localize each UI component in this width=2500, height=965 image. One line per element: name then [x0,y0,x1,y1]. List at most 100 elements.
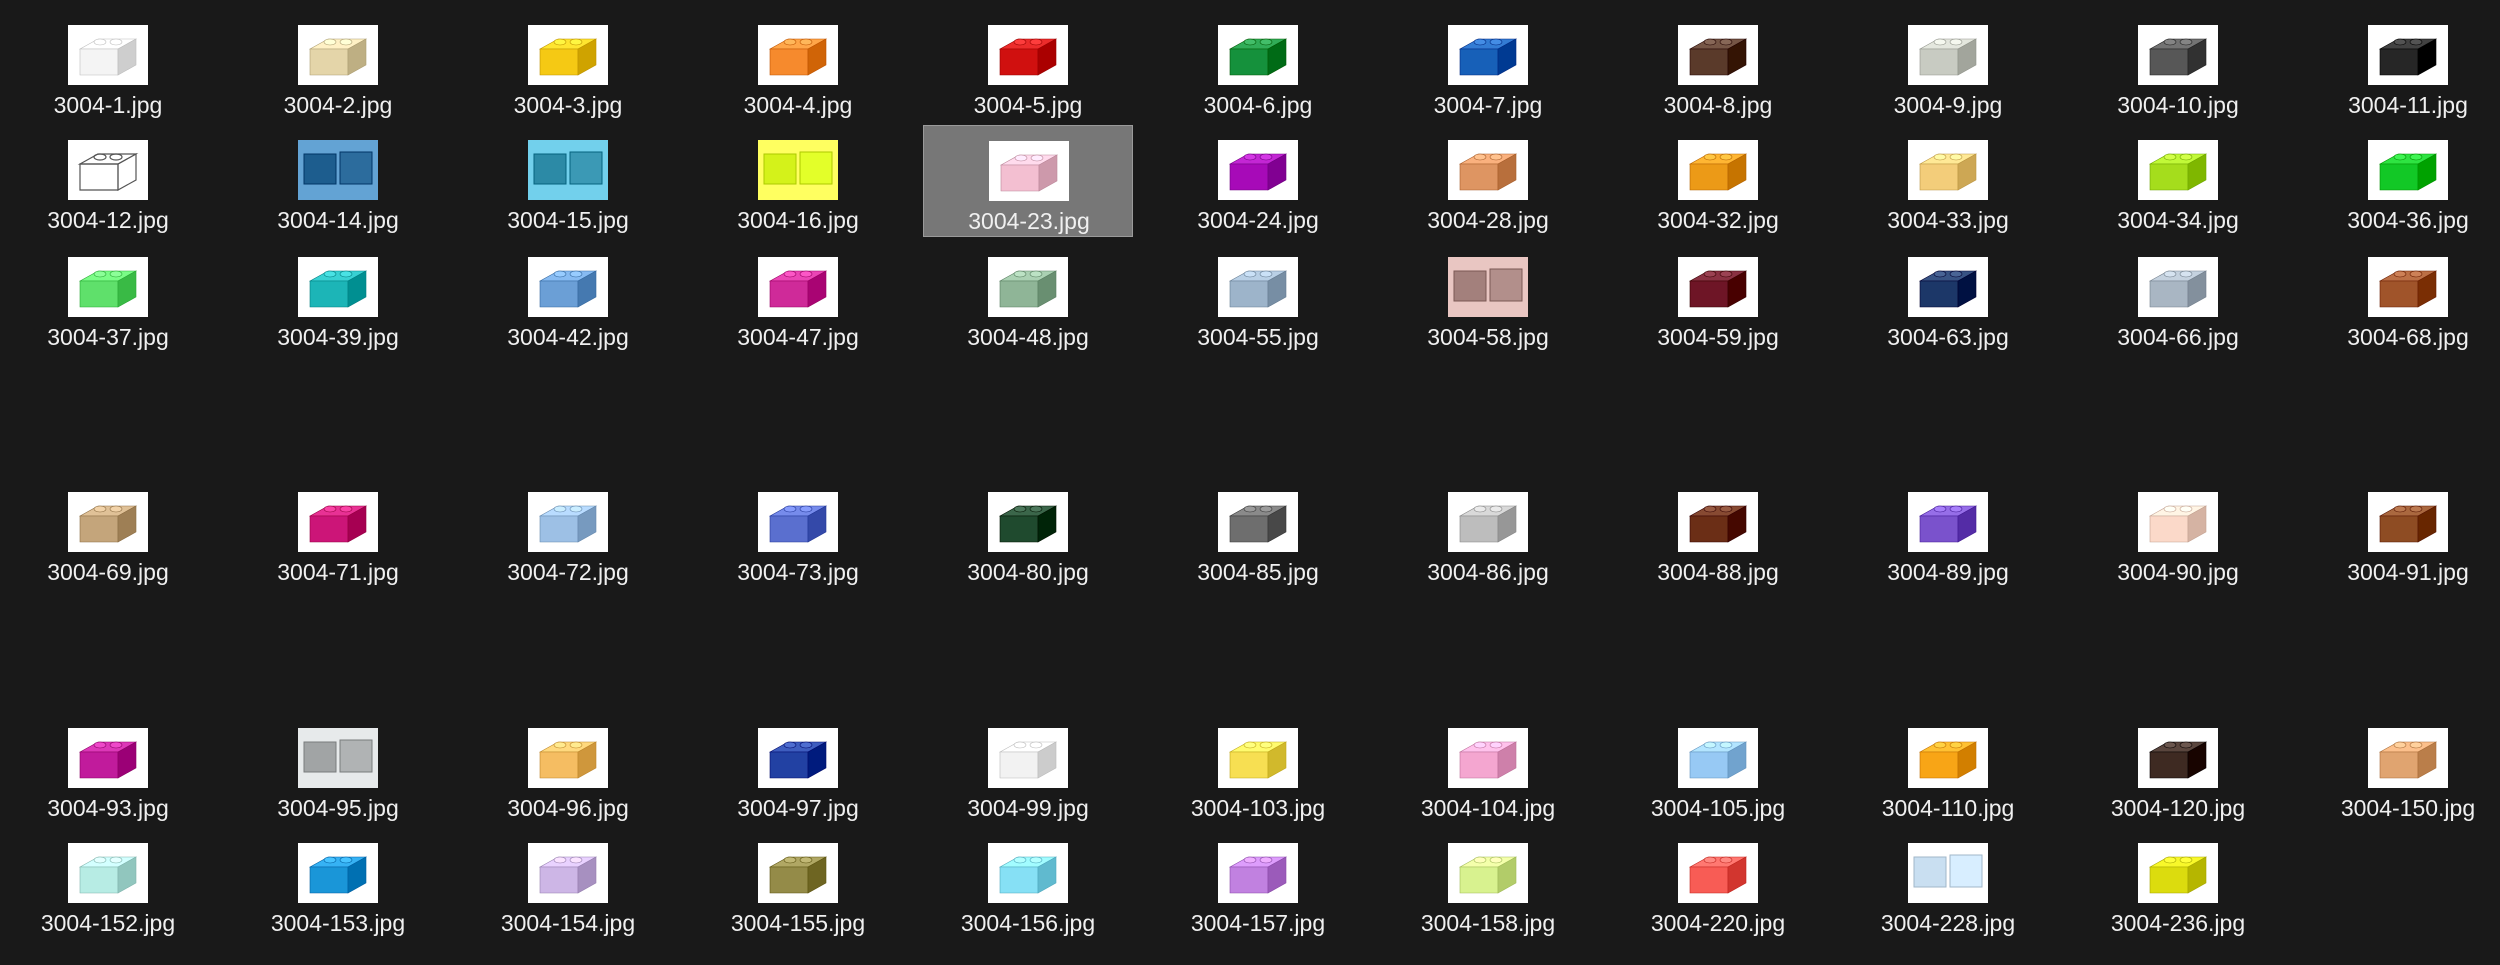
file-name: 3004-24.jpg [1197,207,1319,233]
image-thumbnail [1218,25,1298,85]
file-item[interactable]: 3004-95.jpg [233,713,443,825]
file-item[interactable]: 3004-91.jpg [2303,477,2500,589]
image-thumbnail [1678,25,1758,85]
image-thumbnail [1908,25,1988,85]
image-thumbnail [1908,492,1988,552]
file-item[interactable]: 3004-32.jpg [1613,125,1823,237]
file-item[interactable]: 3004-120.jpg [2073,713,2283,825]
file-name: 3004-39.jpg [277,324,399,350]
file-item[interactable]: 3004-236.jpg [2073,828,2283,940]
file-item[interactable]: 3004-5.jpg [923,10,1133,122]
file-item[interactable]: 3004-14.jpg [233,125,443,237]
file-item[interactable]: 3004-23.jpg [923,125,1133,237]
image-thumbnail [298,492,378,552]
file-name: 3004-95.jpg [277,795,399,821]
file-item[interactable]: 3004-97.jpg [693,713,903,825]
file-item[interactable]: 3004-7.jpg [1383,10,1593,122]
file-name: 3004-105.jpg [1650,795,1786,821]
file-item[interactable]: 3004-47.jpg [693,242,903,354]
file-name: 3004-73.jpg [737,559,859,585]
file-name: 3004-32.jpg [1657,207,1779,233]
file-item[interactable]: 3004-36.jpg [2303,125,2500,237]
file-item[interactable]: 3004-99.jpg [923,713,1133,825]
file-name: 3004-89.jpg [1887,559,2009,585]
image-thumbnail [1218,843,1298,903]
image-thumbnail [2138,492,2218,552]
file-item[interactable]: 3004-220.jpg [1613,828,1823,940]
file-item[interactable]: 3004-12.jpg [3,125,213,237]
file-item[interactable]: 3004-8.jpg [1613,10,1823,122]
file-item[interactable]: 3004-105.jpg [1613,713,1823,825]
file-item[interactable]: 3004-48.jpg [923,242,1133,354]
image-thumbnail [68,728,148,788]
file-item[interactable]: 3004-33.jpg [1843,125,2053,237]
file-item[interactable]: 3004-66.jpg [2073,242,2283,354]
file-item[interactable]: 3004-93.jpg [3,713,213,825]
file-item[interactable]: 3004-157.jpg [1153,828,1363,940]
file-item[interactable]: 3004-58.jpg [1383,242,1593,354]
image-thumbnail [758,492,838,552]
file-item[interactable]: 3004-59.jpg [1613,242,1823,354]
file-item[interactable]: 3004-16.jpg [693,125,903,237]
file-item[interactable]: 3004-89.jpg [1843,477,2053,589]
file-item[interactable]: 3004-86.jpg [1383,477,1593,589]
image-thumbnail [1448,492,1528,552]
file-item[interactable]: 3004-96.jpg [463,713,673,825]
image-thumbnail [298,843,378,903]
file-item[interactable]: 3004-80.jpg [923,477,1133,589]
file-item[interactable]: 3004-1.jpg [3,10,213,122]
file-item[interactable]: 3004-3.jpg [463,10,673,122]
file-item[interactable]: 3004-228.jpg [1843,828,2053,940]
file-item[interactable]: 3004-85.jpg [1153,477,1363,589]
file-item[interactable]: 3004-55.jpg [1153,242,1363,354]
file-name: 3004-23.jpg [968,208,1090,234]
file-item[interactable]: 3004-28.jpg [1383,125,1593,237]
file-item[interactable]: 3004-103.jpg [1153,713,1363,825]
file-item[interactable]: 3004-71.jpg [233,477,443,589]
file-item[interactable]: 3004-152.jpg [3,828,213,940]
file-item[interactable]: 3004-4.jpg [693,10,903,122]
file-name: 3004-154.jpg [500,910,636,936]
file-item[interactable]: 3004-34.jpg [2073,125,2283,237]
file-item[interactable]: 3004-155.jpg [693,828,903,940]
file-item[interactable]: 3004-10.jpg [2073,10,2283,122]
file-item[interactable]: 3004-69.jpg [3,477,213,589]
file-item[interactable]: 3004-73.jpg [693,477,903,589]
file-item[interactable]: 3004-11.jpg [2303,10,2500,122]
file-item[interactable]: 3004-158.jpg [1383,828,1593,940]
file-item[interactable]: 3004-153.jpg [233,828,443,940]
file-item[interactable]: 3004-63.jpg [1843,242,2053,354]
file-name: 3004-58.jpg [1427,324,1549,350]
file-item[interactable]: 3004-72.jpg [463,477,673,589]
file-name: 3004-150.jpg [2340,795,2476,821]
file-item[interactable]: 3004-154.jpg [463,828,673,940]
image-thumbnail [989,141,1069,201]
file-name: 3004-37.jpg [47,324,169,350]
file-item[interactable]: 3004-9.jpg [1843,10,2053,122]
file-item[interactable]: 3004-24.jpg [1153,125,1363,237]
file-name: 3004-36.jpg [2347,207,2469,233]
image-thumbnail [1448,257,1528,317]
file-item[interactable]: 3004-2.jpg [233,10,443,122]
image-thumbnail [1678,257,1758,317]
file-item[interactable]: 3004-42.jpg [463,242,673,354]
image-thumbnail [2368,728,2448,788]
image-thumbnail [758,728,838,788]
file-item[interactable]: 3004-15.jpg [463,125,673,237]
image-thumbnail [2138,843,2218,903]
image-thumbnail [1678,492,1758,552]
file-item[interactable]: 3004-88.jpg [1613,477,1823,589]
file-item[interactable]: 3004-104.jpg [1383,713,1593,825]
file-item[interactable]: 3004-90.jpg [2073,477,2283,589]
image-thumbnail [2138,257,2218,317]
file-item[interactable]: 3004-110.jpg [1843,713,2053,825]
file-item[interactable]: 3004-150.jpg [2303,713,2500,825]
image-thumbnail [528,843,608,903]
file-name: 3004-93.jpg [47,795,169,821]
file-item[interactable]: 3004-68.jpg [2303,242,2500,354]
image-thumbnail [2138,140,2218,200]
file-item[interactable]: 3004-6.jpg [1153,10,1363,122]
file-item[interactable]: 3004-156.jpg [923,828,1133,940]
file-item[interactable]: 3004-39.jpg [233,242,443,354]
file-item[interactable]: 3004-37.jpg [3,242,213,354]
